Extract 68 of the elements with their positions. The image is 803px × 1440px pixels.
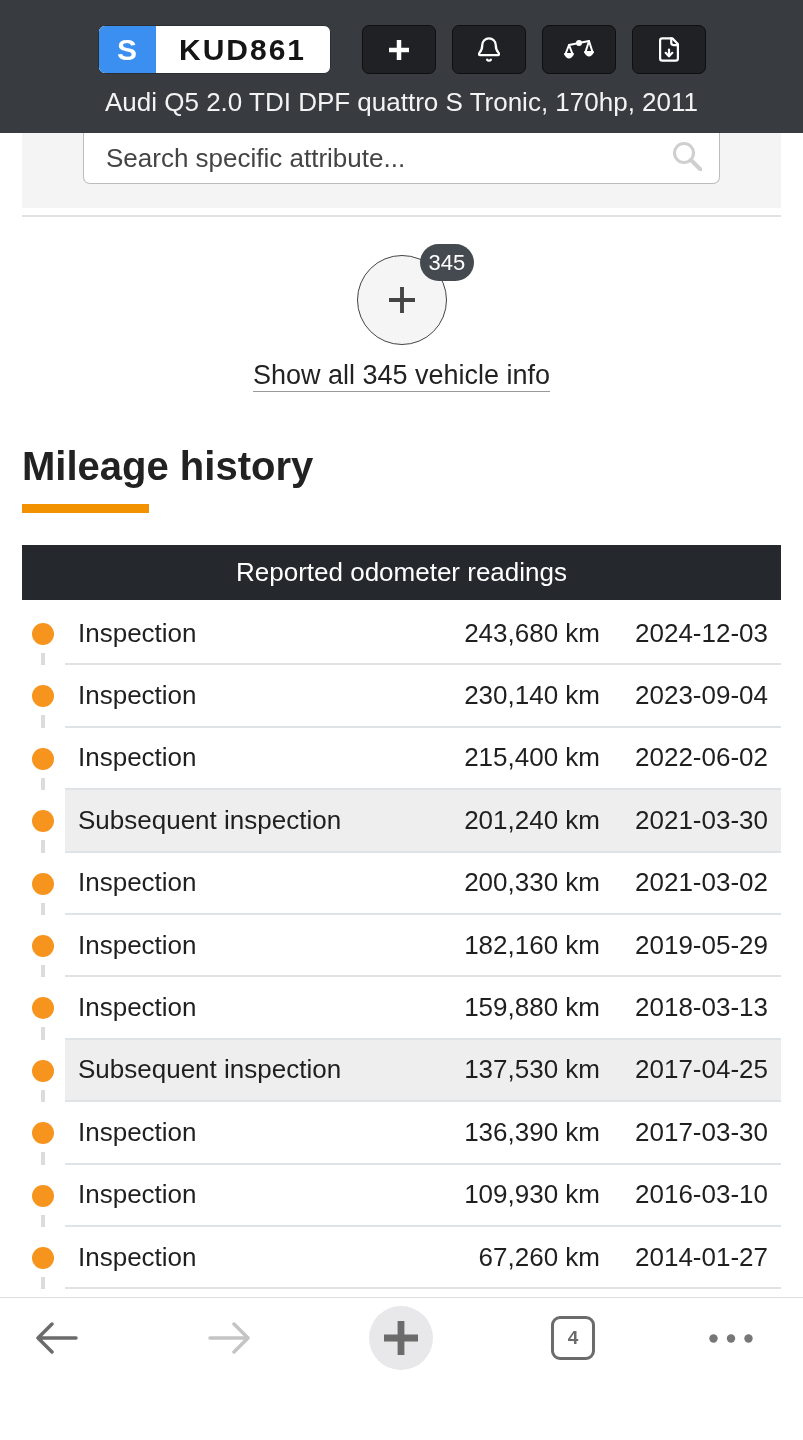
date-cell-text: 2022-06-02 bbox=[634, 742, 768, 774]
file-download-icon bbox=[658, 37, 679, 62]
timeline-dot-icon bbox=[31, 934, 54, 957]
event-cell-text: Inspection bbox=[78, 1116, 198, 1148]
timeline-dot-icon bbox=[31, 623, 54, 645]
plus-icon bbox=[388, 287, 415, 313]
event-cell-text: Subsequent inspection bbox=[78, 804, 343, 836]
plate-country-code: S bbox=[98, 26, 156, 73]
mileage-cell: 201,240 km bbox=[464, 804, 600, 836]
compare-button[interactable] bbox=[541, 25, 616, 74]
timeline-dot-icon bbox=[31, 1059, 54, 1082]
arrow-right-icon bbox=[208, 1322, 250, 1354]
count-badge: 345 bbox=[419, 244, 475, 281]
timeline-dot-icon bbox=[31, 747, 54, 770]
mileage-cell: 200,330 km bbox=[464, 867, 600, 899]
date-cell-text: 2023-09-04 bbox=[634, 680, 768, 712]
more-icon bbox=[709, 1333, 753, 1343]
mileage-cell: 137,530 km bbox=[464, 1054, 600, 1086]
bell-icon bbox=[477, 37, 500, 62]
event-cell-text: Inspection bbox=[78, 1241, 198, 1273]
timeline-dot-icon bbox=[31, 1184, 54, 1207]
plate-number: KUD861 bbox=[177, 31, 308, 68]
mileage-cell: 67,260 km bbox=[478, 1241, 600, 1273]
back-button[interactable] bbox=[36, 1322, 78, 1354]
date-cell-text: 2019-05-29 bbox=[634, 929, 768, 961]
date-cell-text: 2021-03-30 bbox=[634, 804, 768, 836]
timeline-dot-icon bbox=[31, 872, 54, 895]
timeline-dot-icon bbox=[31, 685, 54, 708]
tab-count-button[interactable]: 4 bbox=[551, 1316, 595, 1360]
mileage-cell: 159,880 km bbox=[464, 992, 600, 1024]
date-cell-text: 2016-03-10 bbox=[634, 1179, 768, 1211]
event-cell-text: Inspection bbox=[78, 867, 198, 899]
vehicle-title: Audi Q5 2.0 TDI DPF quattro S Tronic, 170hp, 2011 bbox=[104, 86, 698, 118]
event-cell-text: Subsequent inspection bbox=[78, 1054, 343, 1086]
event-cell-text: Inspection bbox=[78, 680, 198, 712]
notification-button[interactable] bbox=[451, 25, 526, 74]
more-button[interactable] bbox=[709, 1333, 753, 1343]
event-cell-text: Inspection bbox=[78, 1179, 198, 1211]
timeline-dot-icon bbox=[31, 810, 54, 833]
arrow-left-icon bbox=[36, 1322, 78, 1354]
event-cell-text: Inspection bbox=[78, 992, 198, 1024]
mileage-cell: 243,680 km bbox=[464, 617, 600, 649]
date-cell-text: 2018-03-13 bbox=[634, 992, 768, 1024]
timeline-dot-icon bbox=[31, 997, 54, 1020]
mileage-cell: 182,160 km bbox=[464, 929, 600, 961]
section-heading: Mileage history bbox=[22, 443, 314, 490]
date-cell-text: 2024-12-03 bbox=[634, 617, 768, 649]
search-icon bbox=[672, 141, 702, 171]
event-cell-text: Inspection bbox=[78, 617, 198, 649]
add-button[interactable] bbox=[361, 25, 436, 74]
date-cell-text: 2017-03-30 bbox=[634, 1116, 768, 1148]
search-field[interactable]: Search specific attribute... bbox=[83, 133, 720, 184]
event-cell-text: Inspection bbox=[78, 742, 198, 774]
date-cell-text: 2021-03-02 bbox=[634, 867, 768, 899]
table-header: Reported odometer readings bbox=[22, 545, 781, 600]
date-cell-text: 2014-01-27 bbox=[634, 1241, 768, 1273]
timeline-dot-icon bbox=[31, 1246, 54, 1269]
mileage-cell: 109,930 km bbox=[464, 1179, 600, 1211]
plus-icon bbox=[388, 39, 409, 60]
plus-icon bbox=[384, 1321, 418, 1355]
timeline-dot-icon bbox=[31, 1122, 54, 1145]
event-cell-text: Inspection bbox=[78, 929, 198, 961]
mileage-cell: 230,140 km bbox=[464, 680, 600, 712]
date-cell-text: 2017-04-25 bbox=[634, 1054, 768, 1086]
show-all-link[interactable]: Show all 345 vehicle info bbox=[252, 359, 551, 392]
mileage-cell: 215,400 km bbox=[464, 742, 600, 774]
mileage-cell: 136,390 km bbox=[464, 1116, 600, 1148]
export-button[interactable] bbox=[631, 25, 706, 74]
